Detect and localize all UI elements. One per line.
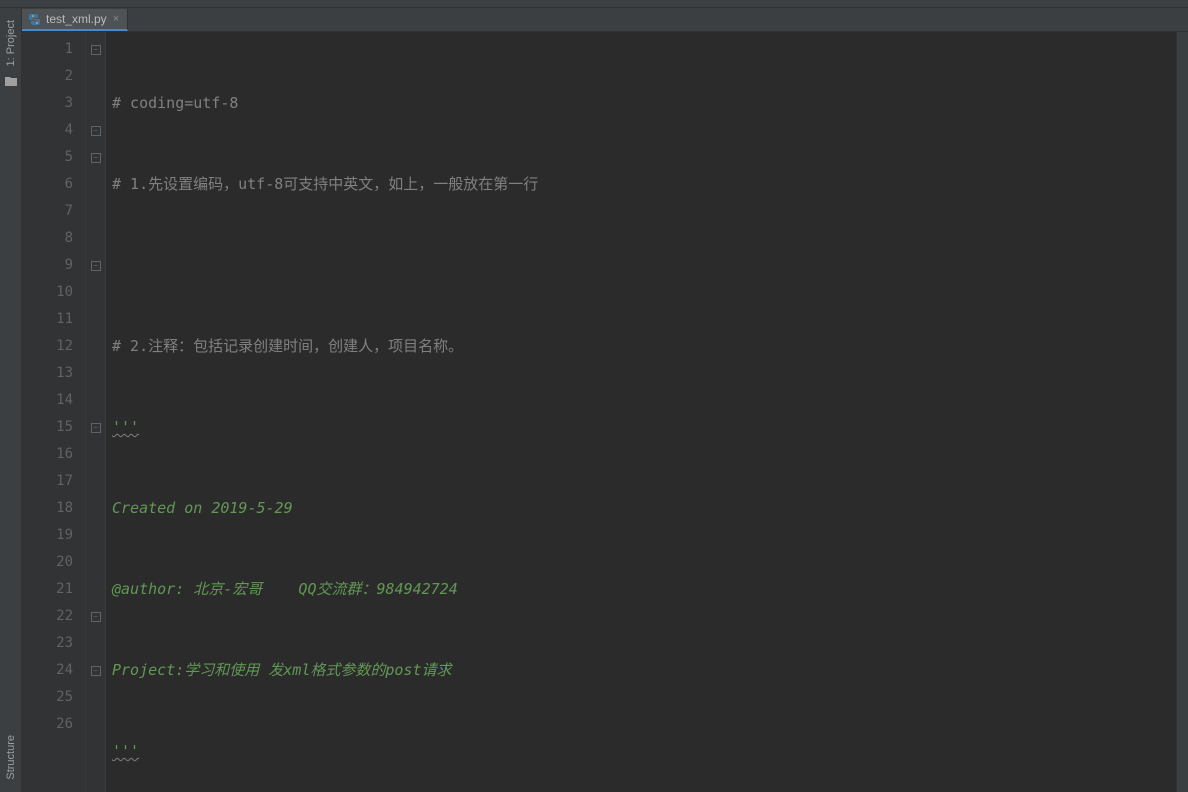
line-number: 10 xyxy=(22,279,73,306)
line-number: 6 xyxy=(22,171,73,198)
left-tool-rail: 1: Project Structure xyxy=(0,8,22,792)
line-number: 22 xyxy=(22,603,73,630)
code-editor[interactable]: # coding=utf-8 # 1.先设置编码，utf-8可支持中英文，如上，… xyxy=(106,32,1176,792)
file-tab[interactable]: test_xml.py × xyxy=(22,9,128,31)
line-number: 19 xyxy=(22,522,73,549)
line-number: 14 xyxy=(22,387,73,414)
docstring-quotes: ''' xyxy=(112,742,139,760)
line-number: 12 xyxy=(22,333,73,360)
main-container: 1: Project Structure test_xml.py × xyxy=(0,8,1188,792)
fold-icon[interactable]: − xyxy=(91,126,101,136)
structure-tool-button[interactable]: Structure xyxy=(5,731,17,784)
editor-scrollbar[interactable] xyxy=(1176,32,1188,792)
python-file-icon xyxy=(28,12,42,26)
line-number: 18 xyxy=(22,495,73,522)
fold-icon[interactable]: − xyxy=(91,612,101,622)
code-comment: # 2.注释：包括记录创建时间，创建人，项目名称。 xyxy=(112,337,463,355)
line-number: 26 xyxy=(22,711,73,738)
line-number: 8 xyxy=(22,225,73,252)
line-number: 21 xyxy=(22,576,73,603)
close-tab-icon[interactable]: × xyxy=(111,13,121,25)
editor-area: test_xml.py × 1 2 3 4 5 6 7 8 9 10 11 12… xyxy=(22,8,1188,792)
docstring-text: @author: 北京-宏哥 QQ交流群：984942724 xyxy=(112,580,458,598)
line-number: 15 xyxy=(22,414,73,441)
fold-icon[interactable]: − xyxy=(91,153,101,163)
line-number: 4 xyxy=(22,117,73,144)
fold-icon[interactable]: − xyxy=(91,45,101,55)
line-number: 17 xyxy=(22,468,73,495)
fold-column[interactable]: − − − − − − xyxy=(86,32,106,792)
folder-icon xyxy=(4,74,18,88)
line-number: 3 xyxy=(22,90,73,117)
line-number: 7 xyxy=(22,198,73,225)
line-number: 16 xyxy=(22,441,73,468)
line-number: 11 xyxy=(22,306,73,333)
project-tool-button[interactable]: 1: Project xyxy=(5,16,17,70)
docstring-quotes: ''' xyxy=(112,418,139,436)
fold-icon[interactable]: − xyxy=(91,666,101,676)
line-number: 9 xyxy=(22,252,73,279)
fold-icon[interactable]: − xyxy=(91,423,101,433)
line-number: 25 xyxy=(22,684,73,711)
line-number: 24 xyxy=(22,657,73,684)
code-comment: # coding=utf-8 xyxy=(112,94,238,112)
line-number-gutter[interactable]: 1 2 3 4 5 6 7 8 9 10 11 12 13 14 15 16 1… xyxy=(22,32,86,792)
line-number: 23 xyxy=(22,630,73,657)
docstring-text: Project:学习和使用 发xml格式参数的post请求 xyxy=(112,661,452,679)
line-number: 13 xyxy=(22,360,73,387)
code-comment: # 1.先设置编码，utf-8可支持中英文，如上，一般放在第一行 xyxy=(112,175,538,193)
line-number: 20 xyxy=(22,549,73,576)
line-number: 2 xyxy=(22,63,73,90)
code-area: 1 2 3 4 5 6 7 8 9 10 11 12 13 14 15 16 1… xyxy=(22,32,1188,792)
fold-icon[interactable]: − xyxy=(91,261,101,271)
docstring-text: Created on 2019-5-29 xyxy=(112,499,293,517)
top-bar xyxy=(0,0,1188,8)
tab-filename: test_xml.py xyxy=(46,12,107,26)
line-number: 5 xyxy=(22,144,73,171)
line-number: 1 xyxy=(22,36,73,63)
tab-bar: test_xml.py × xyxy=(22,8,1188,32)
